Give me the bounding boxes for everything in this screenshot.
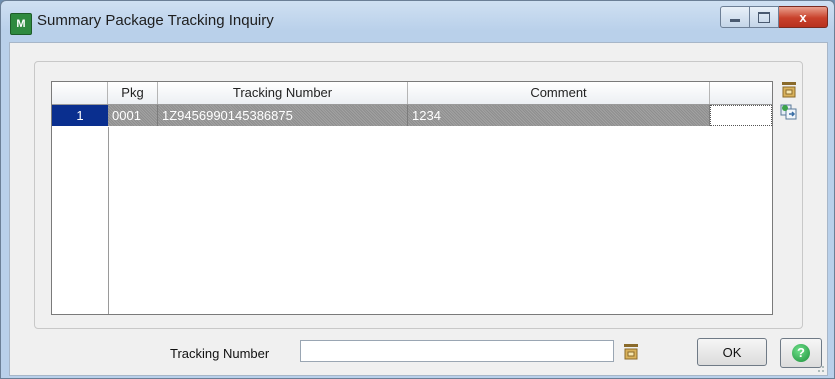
row-number-cell[interactable]: 1 — [52, 105, 108, 126]
column-header-pkg[interactable]: Pkg — [108, 82, 158, 104]
minimize-icon — [730, 18, 740, 22]
tracking-number-cell[interactable]: 1Z9456990145386875 — [158, 105, 408, 126]
lookup-icon — [624, 344, 638, 360]
title-bar[interactable]: M Summary Package Tracking Inquiry x — [1, 1, 834, 41]
tracking-number-input[interactable] — [300, 340, 614, 362]
lookup-icon — [782, 82, 796, 98]
tracking-grid[interactable]: Pkg Tracking Number Comment 1 0001 1Z945… — [51, 81, 773, 315]
copy-button[interactable] — [779, 102, 799, 122]
app-icon: M — [10, 13, 32, 35]
maximize-button[interactable] — [750, 6, 779, 28]
column-header-tracking-number[interactable]: Tracking Number — [158, 82, 408, 104]
resize-grip-icon[interactable] — [815, 363, 825, 373]
focus-cell[interactable] — [710, 105, 772, 126]
help-icon: ? — [792, 344, 810, 362]
row-number-header — [52, 82, 108, 104]
comment-cell[interactable]: 1234 — [408, 105, 710, 126]
column-header-spacer — [710, 82, 772, 104]
dialog-client-area: Pkg Tracking Number Comment 1 0001 1Z945… — [9, 42, 828, 376]
grid-side-toolbar — [779, 80, 801, 124]
tracking-lookup-button[interactable] — [620, 341, 642, 363]
tracking-number-label: Tracking Number — [170, 346, 270, 361]
window-title: Summary Package Tracking Inquiry — [37, 12, 274, 29]
grid-panel: Pkg Tracking Number Comment 1 0001 1Z945… — [34, 61, 803, 329]
caption-buttons: x — [720, 6, 828, 28]
table-row[interactable]: 1 0001 1Z9456990145386875 1234 — [52, 105, 772, 126]
copy-icon — [780, 104, 797, 120]
maximize-icon — [758, 11, 770, 23]
grid-header: Pkg Tracking Number Comment — [52, 82, 772, 105]
ok-button[interactable]: OK — [697, 338, 767, 366]
close-button[interactable]: x — [779, 6, 828, 28]
dialog-window: M Summary Package Tracking Inquiry x Pkg… — [0, 0, 835, 379]
pkg-cell[interactable]: 0001 — [108, 105, 158, 126]
close-icon: x — [799, 9, 807, 25]
column-header-comment[interactable]: Comment — [408, 82, 710, 104]
row-header-column — [52, 127, 109, 314]
minimize-button[interactable] — [720, 6, 750, 28]
lookup-button[interactable] — [779, 80, 799, 100]
